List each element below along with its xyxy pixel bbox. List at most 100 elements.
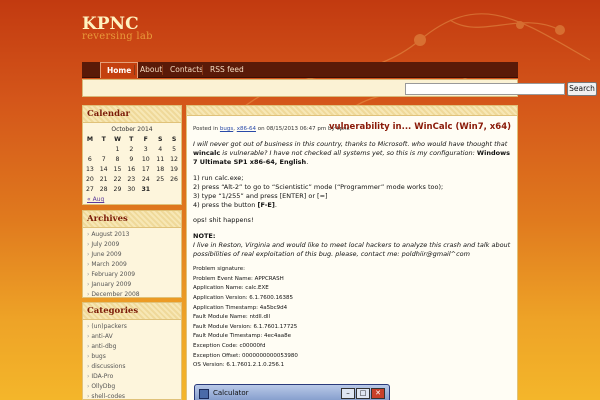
calendar-weekday: T <box>129 135 134 143</box>
content-topbar <box>187 106 517 116</box>
post-content: Posted in bugs, x86-64 on 08/15/2013 06:… <box>186 105 518 400</box>
post-body: I will never got out of business in this… <box>193 140 515 371</box>
calendar-day: 13 <box>85 165 94 173</box>
post-step: 2) press “Alt-2” to go to “Scientistic” … <box>193 182 444 191</box>
post-step: 3) type “1/255” and press [ENTER] or [=] <box>193 192 328 201</box>
categories-widget: Categories (un)packers anti-AV anti-dbg … <box>82 302 182 400</box>
calendar-day: 8 <box>115 155 120 163</box>
problem-signature: Problem signature: Problem Event Name: A… <box>193 265 515 371</box>
calendar-prev-link[interactable]: « Aug <box>83 194 181 206</box>
signature-line: OS Version: 6.1.7601.2.1.0.256.1 <box>193 362 285 369</box>
main-nav: Home About Contacts RSS feed <box>82 62 518 78</box>
signature-line: Exception Code: c00000fd <box>193 342 266 349</box>
calendar-day: 27 <box>85 185 94 193</box>
search-bar: Search <box>82 79 597 97</box>
calendar-table: M T W T F S S 1 2 3 4 5 6 7 8 9 10 11 12… <box>83 134 181 194</box>
nav-divider <box>202 65 203 75</box>
signature-line: Fault Module Timestamp: 4ec4aa8e <box>193 333 292 340</box>
calendar-day: 7 <box>101 155 106 163</box>
floral-decoration <box>239 13 591 120</box>
archive-link[interactable]: February 2009 <box>87 270 177 280</box>
calendar-day: 4 <box>158 145 163 153</box>
calendar-day: 21 <box>99 175 108 183</box>
archives-title: Archives <box>83 211 181 228</box>
calendar-day: 24 <box>141 175 150 183</box>
post-intro-wincalc: wincalc <box>193 149 221 158</box>
calendar-day: 16 <box>127 165 136 173</box>
archive-link[interactable]: July 2009 <box>87 240 177 250</box>
calendar-widget: Calendar October 2014 M T W T F S S 1 2 … <box>82 105 182 205</box>
post-note-label: NOTE: <box>193 231 216 240</box>
post-meta: Posted in bugs, x86-64 on 08/15/2013 06:… <box>193 126 350 132</box>
calendar-day: 25 <box>156 175 165 183</box>
category-link[interactable]: OllyDbg <box>87 382 177 392</box>
archive-link[interactable]: December 2008 <box>87 290 177 300</box>
post-category-link[interactable]: bugs <box>220 126 233 132</box>
calendar-weekday: S <box>171 135 177 143</box>
calendar-weekday: M <box>86 135 93 143</box>
calculator-icon <box>199 389 209 399</box>
archives-list: August 2013 July 2009 June 2009 March 20… <box>83 228 181 303</box>
post-intro-end: . <box>306 158 309 167</box>
maximize-icon: □ <box>356 388 370 399</box>
search-input[interactable] <box>405 83 565 95</box>
calendar-title: Calendar <box>83 106 181 123</box>
calendar-weekday: S <box>157 135 163 143</box>
calendar-day <box>83 144 97 154</box>
calendar-day: 6 <box>87 155 92 163</box>
nav-home[interactable]: Home <box>100 62 139 78</box>
post-title[interactable]: vulnerability in... WinCalc (Win7, x64) <box>329 122 511 132</box>
category-link[interactable]: (un)packers <box>87 322 177 332</box>
site-tagline: reversing lab <box>82 31 153 42</box>
post-category-link[interactable]: x86-64 <box>237 126 256 132</box>
post-note-text: I live in Reston, Virginia and would lik… <box>193 240 511 259</box>
post-step-key: [F-E] <box>257 201 275 210</box>
calendar-weekday: T <box>101 135 106 143</box>
archive-link[interactable]: August 2013 <box>87 230 177 240</box>
search-button[interactable]: Search <box>567 82 597 96</box>
calculator-title: Calculator <box>213 389 249 397</box>
category-link[interactable]: discussions <box>87 362 177 372</box>
category-link[interactable]: bugs <box>87 352 177 362</box>
calendar-day: 9 <box>129 155 134 163</box>
archive-link[interactable]: June 2009 <box>87 250 177 260</box>
signature-line: Fault Module Version: 6.1.7601.17725 <box>193 323 298 330</box>
calendar-day: 15 <box>113 165 122 173</box>
calculator-screenshot: Calculator – □ ✕ <box>194 384 390 400</box>
post-intro-text: I will never got out of business in this… <box>193 140 508 148</box>
archive-link[interactable]: January 2009 <box>87 280 177 290</box>
calendar-day: 14 <box>99 165 108 173</box>
minimize-icon: – <box>341 388 355 399</box>
calendar-day: 29 <box>113 185 122 193</box>
page: KPNC reversing lab Home About Contacts R… <box>0 0 600 400</box>
nav-rss-feed[interactable]: RSS feed <box>204 62 250 78</box>
calendar-day: 2 <box>129 145 134 153</box>
calendar-day: 30 <box>127 185 136 193</box>
post-meta-prefix: Posted in <box>193 126 219 132</box>
calendar-day: 12 <box>170 155 178 163</box>
calendar-day: 5 <box>172 145 177 153</box>
archive-link[interactable]: March 2009 <box>87 260 177 270</box>
category-link[interactable]: shell-codes <box>87 392 177 400</box>
calendar-day: 23 <box>127 175 136 183</box>
post-step-end: . <box>274 201 277 210</box>
post-step: 4) press the button <box>193 201 258 210</box>
calendar-day <box>153 184 167 194</box>
calendar-weekday: F <box>143 135 148 143</box>
category-link[interactable]: anti-AV <box>87 332 177 342</box>
signature-line: Application Version: 6.1.7600.16385 <box>193 295 294 302</box>
post-step: 1) run calc.exe; <box>193 173 244 182</box>
calendar-day <box>167 184 181 194</box>
close-icon: ✕ <box>371 388 385 399</box>
category-link[interactable]: IDA-Pro <box>87 372 177 382</box>
calendar-day: 10 <box>141 155 150 163</box>
calendar-day: 17 <box>141 165 150 173</box>
calendar-weekday: W <box>114 135 121 143</box>
category-link[interactable]: anti-dbg <box>87 342 177 352</box>
calendar-day: 1 <box>115 145 120 153</box>
post-intro-text: is vulnerable? I have not checked all sy… <box>220 149 477 158</box>
post-oops: ops! shit happens! <box>193 216 254 225</box>
calendar-day: 22 <box>113 175 122 183</box>
signature-line: Problem signature: <box>193 266 245 273</box>
calendar-day: 11 <box>156 155 165 163</box>
